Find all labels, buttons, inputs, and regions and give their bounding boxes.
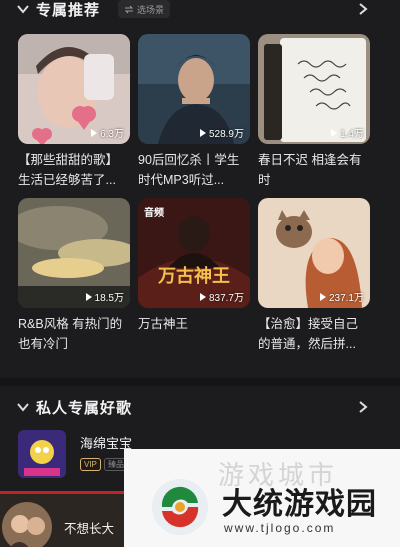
play-icon [319,292,326,301]
playlist-card[interactable]: 1.4万 春日不迟 相逢会有时 [258,34,370,190]
play-icon [199,128,206,137]
play-count: 237.1万 [319,289,364,304]
play-count: 837.7万 [199,289,244,304]
playlist-cover[interactable]: 528.9万 [138,34,250,144]
watermark: 游戏城市 大统游戏园 www.tjlogo.com [124,449,400,547]
playlist-title: 90后回忆杀丨学生时代MP3听过... [138,153,240,187]
section-title: 私人专属好歌 [36,399,133,417]
scene-select-button[interactable]: 选场景 [118,0,171,18]
playlist-title: 【治愈】接受自己的普通，然后拼... [258,317,359,351]
playlist-title: R&B风格 有热门的也有冷门 [18,317,123,351]
playlist-card[interactable]: 528.9万 90后回忆杀丨学生时代MP3听过... [138,34,250,190]
section-divider [0,378,400,386]
watermark-brand-name: 大统游戏园 [222,487,377,522]
watermark-url: www.tjlogo.com [224,521,336,535]
chevron-down-icon[interactable] [16,2,30,16]
chevron-right-icon[interactable] [356,2,370,16]
playlist-title: 春日不迟 相逢会有时 [258,153,362,187]
play-count: 1.4万 [331,125,364,140]
playlist-cover[interactable]: 万古神王 音频 837.7万 [138,198,250,308]
playlist-card[interactable]: 万古神王 音频 837.7万 万古神王 [138,198,250,354]
player-song-title: 不想长大 [64,522,115,536]
audio-badge: 音频 [144,208,164,219]
play-icon [331,128,338,137]
play-count: 6.3万 [91,125,124,140]
chevron-down-icon[interactable] [16,400,30,414]
playlist-cover[interactable]: 18.5万 [18,198,130,308]
playlist-card[interactable]: 18.5万 R&B风格 有热门的也有冷门 [18,198,130,354]
cover-title-text: 万古神王 [157,265,230,287]
play-count: 18.5万 [85,289,124,304]
play-icon [85,292,92,301]
playlist-title: 万古神王 [138,317,189,331]
playlist-cover[interactable]: 1.4万 [258,34,370,144]
player-album-art[interactable] [2,502,52,547]
song-cover[interactable] [18,430,66,478]
swap-icon [124,5,134,13]
scene-select-label: 选场景 [137,4,165,15]
playlist-cover[interactable]: 6.3万 [18,34,130,144]
cover-image [18,430,66,478]
playlist-title: 【那些甜甜的歌】生活已经够苦了... [18,153,119,187]
playlist-card[interactable]: 6.3万 【那些甜甜的歌】生活已经够苦了... [18,34,130,190]
watermark-logo-icon [152,479,208,535]
play-icon [91,128,98,137]
play-icon [199,292,206,301]
cover-image [2,502,52,547]
section-title: 专属推荐 [36,1,101,19]
vip-badge: VIP [80,458,101,471]
section-header-private[interactable]: 私人专属好歌 [0,392,400,422]
playlist-cover[interactable]: 237.1万 [258,198,370,308]
chevron-right-icon[interactable] [356,400,370,414]
section-header-recommend[interactable]: 专属推荐 选场景 [0,0,400,24]
play-count: 528.9万 [199,125,244,140]
mini-player[interactable]: 不想长大 [0,494,124,547]
playlist-card[interactable]: 237.1万 【治愈】接受自己的普通，然后拼... [258,198,370,354]
